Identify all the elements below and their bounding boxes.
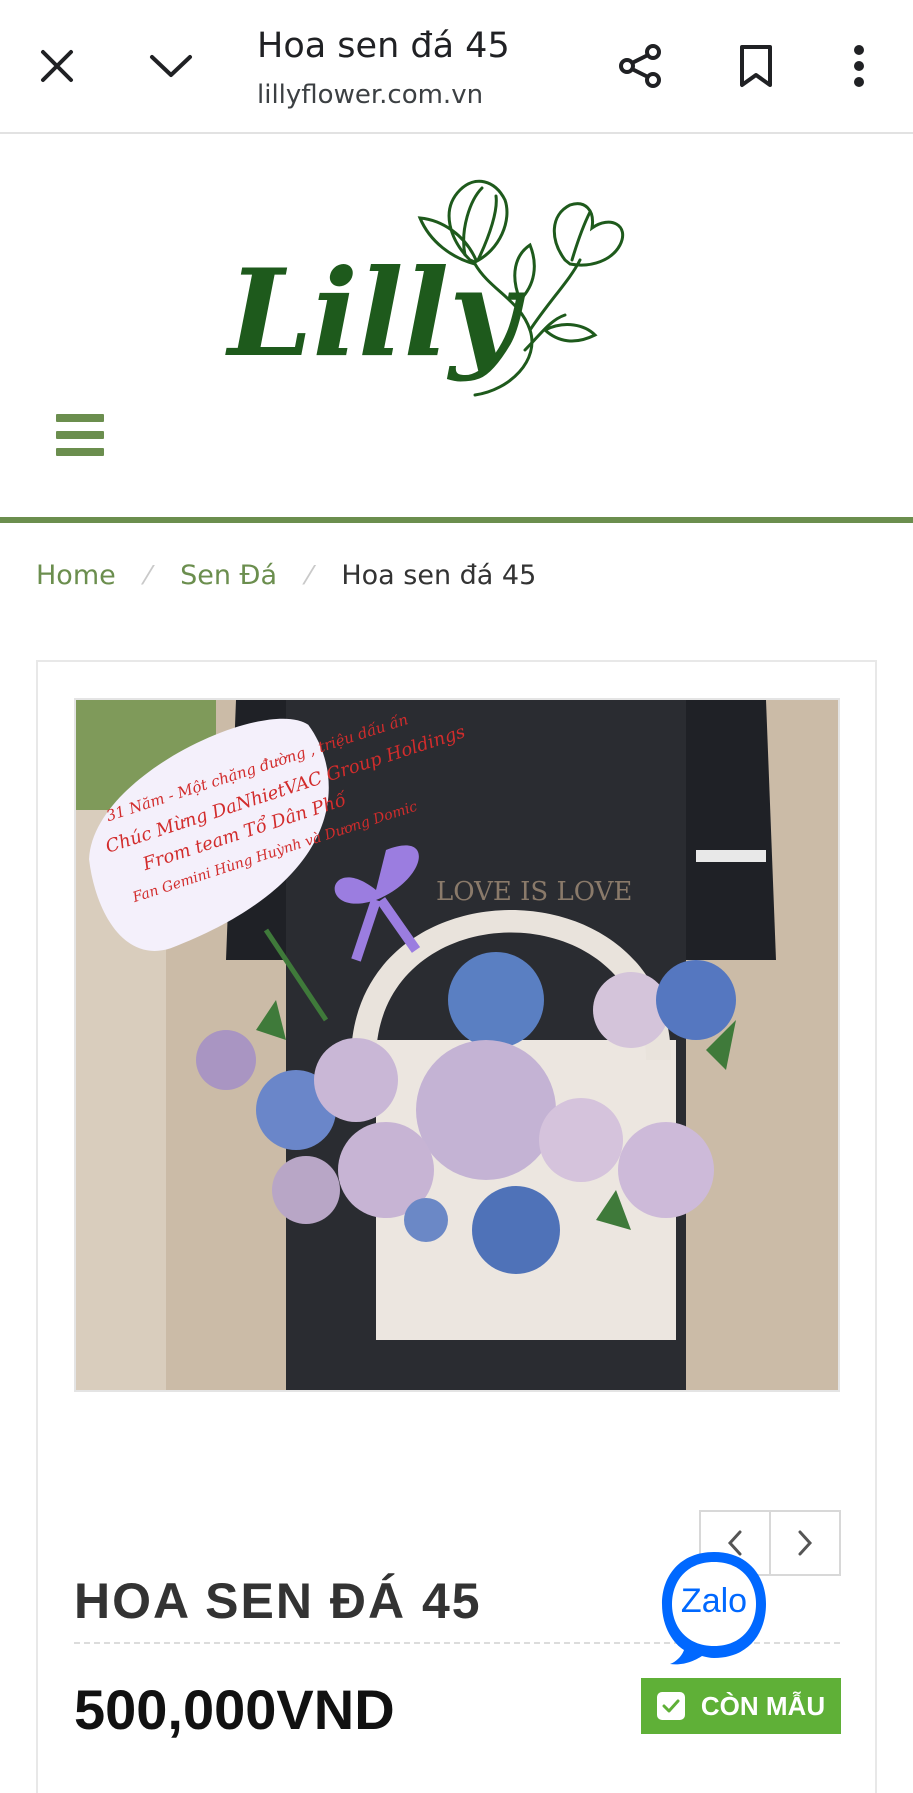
logo-wordmark: Lilly (225, 243, 526, 384)
share-icon[interactable] (611, 36, 671, 96)
stock-label: CÒN MẪU (700, 1690, 826, 1721)
browser-toolbar: Hoa sen đá 45 lillyflower.com.vn (0, 0, 913, 134)
bookmark-icon[interactable] (726, 36, 786, 96)
breadcrumb-separator: ⁄ (145, 560, 151, 591)
breadcrumb-category-link[interactable]: Sen Đá (180, 560, 277, 591)
breadcrumb-home-link[interactable]: Home (36, 560, 116, 591)
breadcrumb: Home ⁄ Sen Đá ⁄ Hoa sen đá 45 (36, 560, 536, 591)
chevron-down-icon[interactable] (141, 36, 201, 96)
stock-status-badge: CÒN MẪU (641, 1678, 841, 1734)
page-title: Hoa sen đá 45 (257, 26, 510, 66)
page-url[interactable]: lillyflower.com.vn (257, 80, 483, 110)
bag-arch-text: LOVE IS LOVE (436, 877, 632, 907)
breadcrumb-separator: ⁄ (307, 560, 312, 591)
product-image[interactable]: LOVE IS LOVE 31 Năm - Một chặng đường , … (74, 698, 840, 1392)
breadcrumb-current: Hoa sen đá 45 (341, 560, 537, 591)
more-vert-icon[interactable] (829, 36, 889, 96)
brand-logo[interactable]: Lilly (220, 160, 690, 400)
check-icon (656, 1692, 685, 1720)
product-price: 500,000VND (74, 1678, 395, 1741)
product-title: HOA SEN ĐÁ 45 (74, 1573, 482, 1629)
next-image-button[interactable] (769, 1510, 841, 1576)
hamburger-icon[interactable] (56, 414, 106, 458)
zalo-chat-button[interactable]: Zalo (656, 1546, 772, 1668)
site-header: Lilly (0, 136, 913, 523)
close-icon[interactable] (27, 36, 87, 96)
zalo-label: Zalo (681, 1582, 747, 1620)
